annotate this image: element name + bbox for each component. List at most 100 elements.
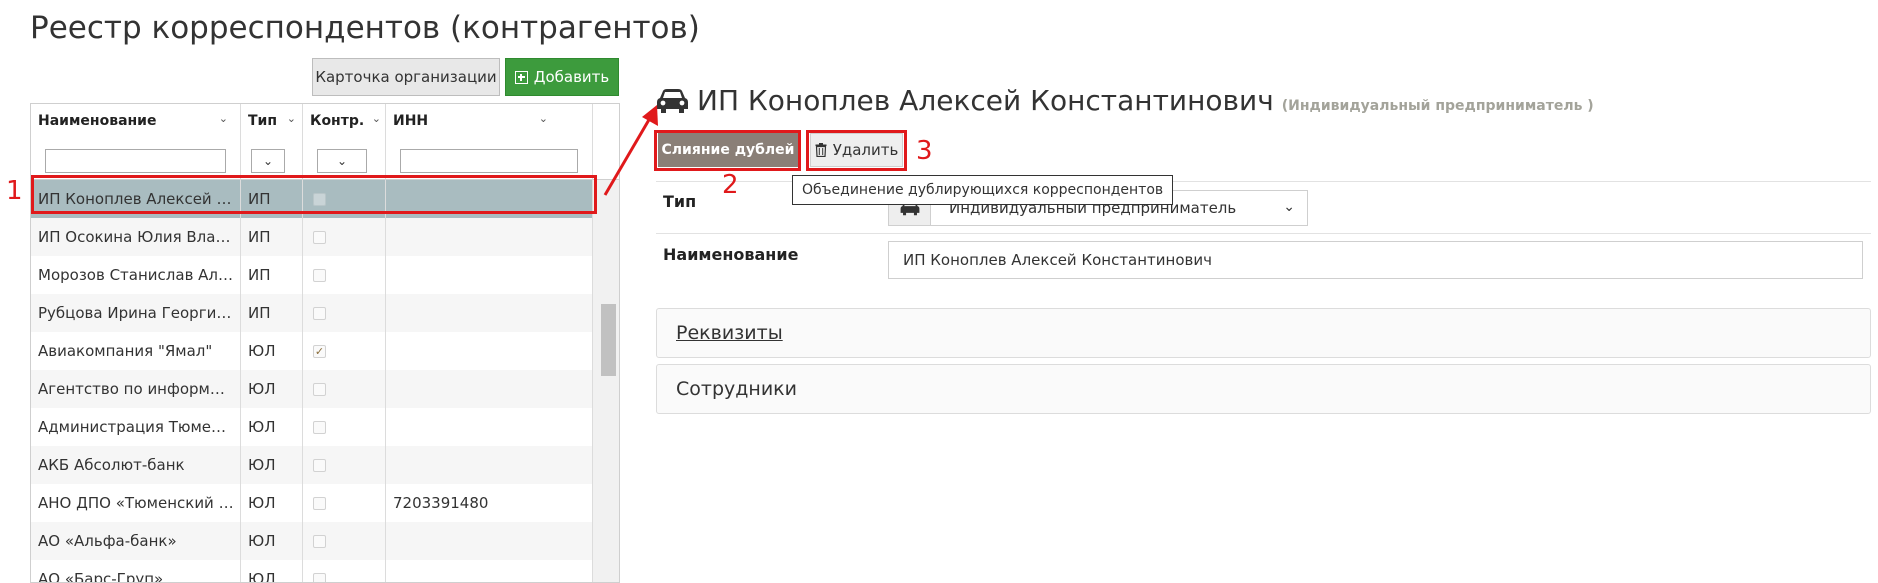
- cell-inn: [386, 446, 593, 484]
- filter-cell-type: ⌄: [241, 140, 303, 180]
- table-row[interactable]: Администрация Тюменской области ЮЛ: [31, 408, 593, 446]
- filter-select-type[interactable]: ⌄: [251, 149, 285, 173]
- column-header-inn[interactable]: ИНН ⌄: [386, 104, 593, 140]
- checkbox-icon: ✓: [313, 345, 326, 358]
- checkbox-icon: [313, 231, 326, 244]
- filter-select-ctr[interactable]: ⌄: [317, 149, 367, 173]
- cell-name: Агентство по информатизации: [31, 370, 241, 408]
- column-header-type[interactable]: Тип ⌄: [241, 104, 303, 140]
- cell-ctr: [303, 256, 386, 294]
- table-row[interactable]: Авиакомпания "Ямал" ЮЛ ✓: [31, 332, 593, 370]
- cell-type: ЮЛ: [241, 408, 303, 446]
- cell-inn: [386, 332, 593, 370]
- grid-scrollbar[interactable]: [593, 180, 619, 582]
- annotation-box-row: [31, 175, 597, 214]
- annotation-number-1: 1: [6, 176, 23, 206]
- add-button[interactable]: Добавить: [505, 58, 619, 96]
- chevron-down-icon[interactable]: ⌄: [372, 112, 381, 125]
- cell-name: АКБ Абсолют-банк: [31, 446, 241, 484]
- cell-name: ИП Осокина Юлия Владимировна: [31, 218, 241, 256]
- requisites-panel[interactable]: Реквизиты: [656, 308, 1871, 358]
- chevron-down-icon[interactable]: ⌄: [287, 112, 296, 125]
- cell-inn: 7203391480: [386, 484, 593, 522]
- page-title: Реестр корреспондентов (контрагентов): [30, 10, 700, 46]
- add-button-label: Добавить: [533, 68, 610, 86]
- filter-input-inn[interactable]: [400, 149, 578, 173]
- cell-ctr: [303, 484, 386, 522]
- cell-name: Авиакомпания "Ямал": [31, 332, 241, 370]
- org-card-button[interactable]: Карточка организации: [312, 58, 500, 96]
- cell-ctr: [303, 522, 386, 560]
- cell-inn: [386, 256, 593, 294]
- plus-icon: [514, 70, 528, 84]
- table-row[interactable]: Рубцова Ирина Георгиевна ИП: [31, 294, 593, 332]
- checkbox-icon: [313, 535, 326, 548]
- detail-title: ИП Коноплев Алексей Константинович (Инди…: [656, 84, 1594, 117]
- annotation-number-3: 3: [916, 136, 933, 166]
- cell-type: ИП: [241, 294, 303, 332]
- chevron-down-icon: ⌄: [1283, 199, 1295, 215]
- cell-ctr: ✓: [303, 332, 386, 370]
- checkbox-icon: [313, 307, 326, 320]
- chevron-down-icon: ⌄: [336, 154, 348, 168]
- cell-inn: [386, 294, 593, 332]
- annotation-box-merge: [654, 130, 801, 171]
- cell-type: ЮЛ: [241, 522, 303, 560]
- annotation-number-2: 2: [722, 170, 739, 200]
- divider: [656, 233, 1871, 234]
- cell-ctr: [303, 370, 386, 408]
- name-input[interactable]: ИП Коноплев Алексей Константинович: [888, 241, 1863, 279]
- detail-name: ИП Коноплев Алексей Константинович: [697, 84, 1274, 117]
- column-header-ctr[interactable]: Контр. ⌄: [303, 104, 386, 140]
- cell-type: ЮЛ: [241, 332, 303, 370]
- table-row[interactable]: АНО ДПО «Тюменский институт» ЮЛ 72033914…: [31, 484, 593, 522]
- column-header-label: Контр.: [310, 113, 365, 129]
- staff-label: Сотрудники: [676, 378, 797, 400]
- checkbox-icon: [313, 459, 326, 472]
- checkbox-icon: [313, 383, 326, 396]
- cell-inn: [386, 408, 593, 446]
- cell-name: Морозов Станислав Александрович: [31, 256, 241, 294]
- annotation-arrow: [603, 105, 658, 196]
- table-row[interactable]: Морозов Станислав Александрович ИП: [31, 256, 593, 294]
- cell-ctr: [303, 408, 386, 446]
- cell-ctr: [303, 218, 386, 256]
- cell-inn: [386, 522, 593, 560]
- cell-ctr: [303, 294, 386, 332]
- column-header-name[interactable]: Наименование ⌄: [31, 104, 241, 140]
- checkbox-icon: [313, 421, 326, 434]
- cell-type: ЮЛ: [241, 446, 303, 484]
- checkbox-icon: [313, 573, 326, 582]
- annotation-box-delete: [806, 130, 907, 171]
- column-header-label: ИНН: [393, 113, 429, 129]
- cell-name: АНО ДПО «Тюменский институт»: [31, 484, 241, 522]
- table-row[interactable]: ИП Осокина Юлия Владимировна ИП: [31, 218, 593, 256]
- table-row[interactable]: Агентство по информатизации ЮЛ: [31, 370, 593, 408]
- checkbox-icon: [313, 269, 326, 282]
- cell-type: ЮЛ: [241, 370, 303, 408]
- name-label: Наименование: [663, 245, 799, 264]
- chevron-down-icon[interactable]: ⌄: [539, 112, 548, 125]
- chevron-down-icon[interactable]: ⌄: [219, 112, 228, 125]
- column-header-label: Тип: [248, 113, 278, 129]
- cell-name: Администрация Тюменской области: [31, 408, 241, 446]
- cell-type: ЮЛ: [241, 484, 303, 522]
- filter-cell-ctr: ⌄: [303, 140, 386, 180]
- column-header-label: Наименование: [38, 113, 157, 129]
- scrollbar-thumb[interactable]: [601, 304, 616, 376]
- requisites-link[interactable]: Реквизиты: [676, 322, 783, 344]
- filter-cell-inn: [386, 140, 593, 180]
- chevron-down-icon: ⌄: [262, 154, 274, 168]
- cell-name: АО «Альфа-банк»: [31, 522, 241, 560]
- table-row[interactable]: АО «Альфа-банк» ЮЛ: [31, 522, 593, 560]
- table-row[interactable]: АКБ Абсолют-банк ЮЛ: [31, 446, 593, 484]
- filter-input-name[interactable]: [45, 149, 226, 173]
- cell-inn: [386, 370, 593, 408]
- grid-rows: ИП Коноплев Алексей Константинович ИП ИП…: [31, 180, 593, 582]
- filter-cell-name: [31, 140, 241, 180]
- staff-panel[interactable]: Сотрудники: [656, 364, 1871, 414]
- cell-type: ИП: [241, 218, 303, 256]
- cell-name: Рубцова Ирина Георгиевна: [31, 294, 241, 332]
- cell-type: ИП: [241, 256, 303, 294]
- merge-tooltip: Объединение дублирующихся корреспонденто…: [792, 175, 1174, 205]
